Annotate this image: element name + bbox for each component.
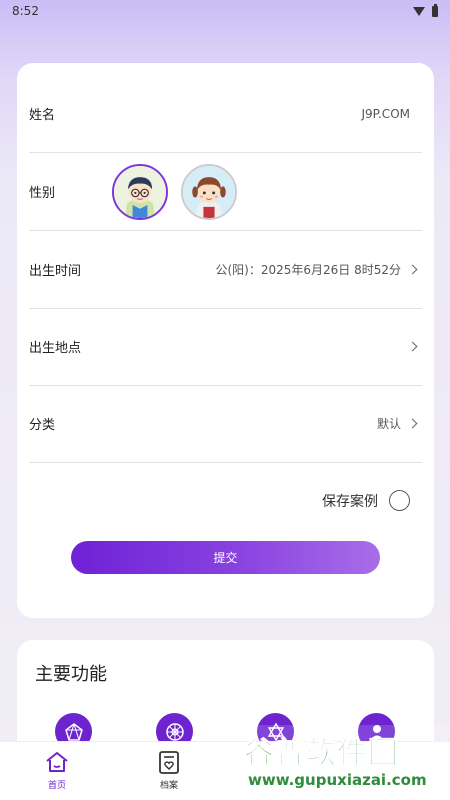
birth-info-form: 姓名 J9P.COM 性别 出生时间 公(阳)：2025年6月26日 8时52分…	[17, 63, 434, 618]
status-bar: 8:52	[0, 0, 450, 22]
battery-icon	[432, 3, 438, 17]
birth-time-row[interactable]: 出生时间 公(阳)：2025年6月26日 8时52分	[29, 231, 422, 309]
gender-row: 性别	[29, 153, 422, 231]
status-time: 8:52	[12, 4, 39, 18]
watermark-url: www.gupuxiazai.com	[248, 771, 427, 789]
male-avatar[interactable]	[112, 164, 168, 220]
name-label: 姓名	[29, 108, 56, 123]
tab-home-label: 首页	[47, 781, 66, 791]
birth-time-value-container: 公(阳)：2025年6月26日 8时52分	[215, 231, 422, 308]
diamond-chart-icon	[64, 722, 83, 741]
watermark: 谷普软件园 www.gupuxiazai.com	[244, 725, 450, 800]
chevron-right-icon	[407, 341, 418, 352]
tab-archive-label: 档案	[159, 781, 178, 791]
save-case-radio[interactable]	[389, 490, 410, 511]
category-label: 分类	[29, 418, 56, 433]
birth-time-label: 出生时间	[29, 264, 82, 279]
girl-face-icon	[183, 166, 235, 218]
female-avatar[interactable]	[181, 164, 237, 220]
tab-archive[interactable]: 档案	[134, 742, 204, 800]
features-title: 主要功能	[35, 664, 107, 685]
watermark-logo: 谷普软件园	[244, 736, 399, 772]
gender-label: 性别	[29, 186, 56, 201]
birth-place-row[interactable]: 出生地点	[29, 308, 422, 386]
name-value[interactable]: J9P.COM	[361, 107, 410, 121]
category-value-container: 默认	[377, 385, 422, 462]
name-value-container: J9P.COM	[361, 75, 422, 152]
save-case-toggle[interactable]: 保存案例	[322, 490, 410, 511]
category-value: 默认	[376, 417, 401, 431]
category-row[interactable]: 分类 默认	[29, 385, 422, 463]
birth-place-value-container	[401, 308, 422, 385]
wheel-icon	[165, 722, 184, 741]
tab-home[interactable]: 首页	[22, 742, 92, 800]
birth-place-label: 出生地点	[29, 341, 82, 356]
chevron-right-icon	[407, 418, 418, 429]
status-icons	[413, 3, 438, 17]
boy-face-icon	[114, 166, 166, 218]
save-case-label: 保存案例	[322, 493, 378, 510]
wifi-icon	[413, 6, 425, 16]
submit-button[interactable]: 提交	[71, 541, 380, 574]
name-row[interactable]: 姓名 J9P.COM	[29, 75, 422, 153]
archive-icon	[159, 751, 179, 774]
home-icon	[46, 752, 68, 772]
chevron-right-icon	[407, 264, 418, 275]
birth-time-value: 公(阳)：2025年6月26日 8时52分	[215, 263, 401, 277]
